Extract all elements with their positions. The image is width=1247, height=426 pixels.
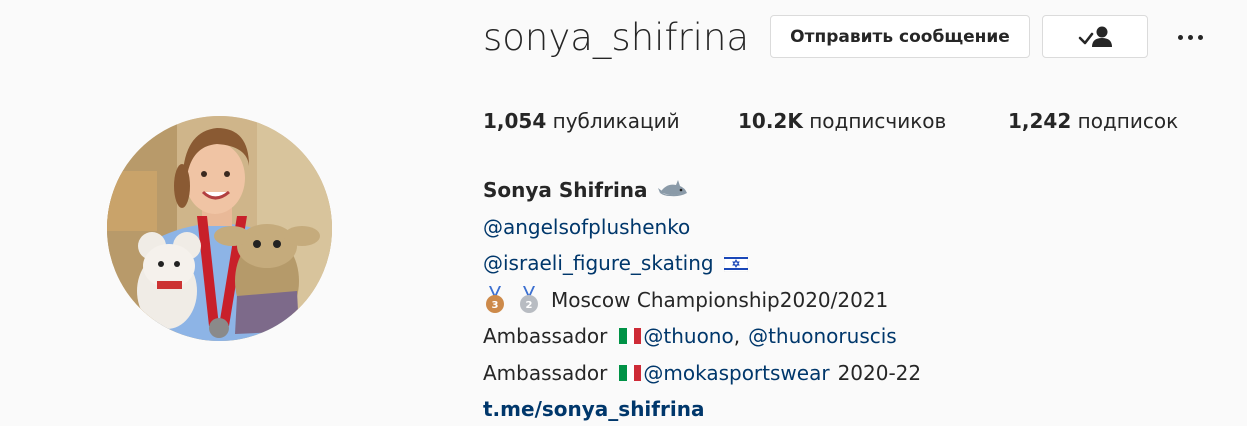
thuonoruscis-link[interactable]: @thuonoruscis: [748, 318, 897, 355]
bio-line-1: @angelsofplushenko: [483, 209, 921, 246]
followers-count: 10.2K: [738, 109, 803, 133]
following-button[interactable]: [1042, 15, 1148, 58]
following-stat[interactable]: 1,242 подписок: [1008, 109, 1178, 133]
israeli-figure-skating-link[interactable]: @israeli_figure_skating: [483, 245, 714, 282]
years-text: 2020-22: [837, 360, 922, 385]
followers-label: подписчиков: [809, 109, 947, 133]
mokasportswear-link[interactable]: @mokasportswear: [643, 355, 829, 392]
championship-text: Moscow Championship2020/2021: [551, 287, 889, 312]
ambassador-label: Ambassador: [483, 360, 608, 385]
posts-label: публикаций: [552, 109, 680, 133]
posts-stat: 1,054 публикаций: [483, 109, 680, 133]
italy-flag-icon: [619, 328, 642, 345]
posts-count: 1,054: [483, 109, 547, 133]
avatar-photo: [107, 116, 332, 341]
bio-line-3: 3 2 Moscow Championship2020/2021: [483, 282, 921, 319]
following-label: подписок: [1077, 109, 1179, 133]
shark-icon: [657, 180, 687, 197]
dot-icon: [1187, 34, 1193, 40]
user-check-icon: [1078, 26, 1112, 47]
bio-line-4: Ambassador @thuono , @thuonoruscis: [483, 318, 921, 355]
svg-text:2: 2: [526, 300, 533, 311]
bio-line-5: Ambassador @mokasportswear 2020-22: [483, 355, 921, 392]
website-link[interactable]: t.me/sonya_shifrina: [483, 391, 704, 426]
profile-avatar[interactable]: [107, 116, 332, 341]
full-name: Sonya Shifrina: [483, 178, 648, 202]
angelsofplushenko-link[interactable]: @angelsofplushenko: [483, 209, 690, 246]
israel-flag-icon: [723, 254, 748, 272]
bio-line-website: t.me/sonya_shifrina: [483, 391, 921, 426]
profile-bio: Sonya Shifrina @angelsofplushenko @israe…: [483, 172, 921, 426]
followers-stat[interactable]: 10.2K подписчиков: [738, 109, 946, 133]
comma-separator: ,: [733, 324, 741, 348]
more-options-button[interactable]: [1170, 26, 1210, 48]
profile-username: sonya_shifrina: [483, 16, 750, 59]
svg-text:3: 3: [492, 300, 499, 311]
silver-medal-icon: 2: [520, 285, 538, 313]
bio-name-line: Sonya Shifrina: [483, 172, 921, 209]
following-count: 1,242: [1008, 109, 1072, 133]
send-message-button[interactable]: Отправить сообщение: [770, 15, 1030, 58]
bio-line-2: @israeli_figure_skating: [483, 245, 921, 282]
dot-icon: [1197, 34, 1203, 40]
thuono-link[interactable]: @thuono: [643, 318, 733, 355]
ambassador-label: Ambassador: [483, 324, 608, 348]
bronze-medal-icon: 3: [486, 285, 504, 313]
dot-icon: [1177, 34, 1183, 40]
italy-flag-icon: [619, 364, 642, 381]
